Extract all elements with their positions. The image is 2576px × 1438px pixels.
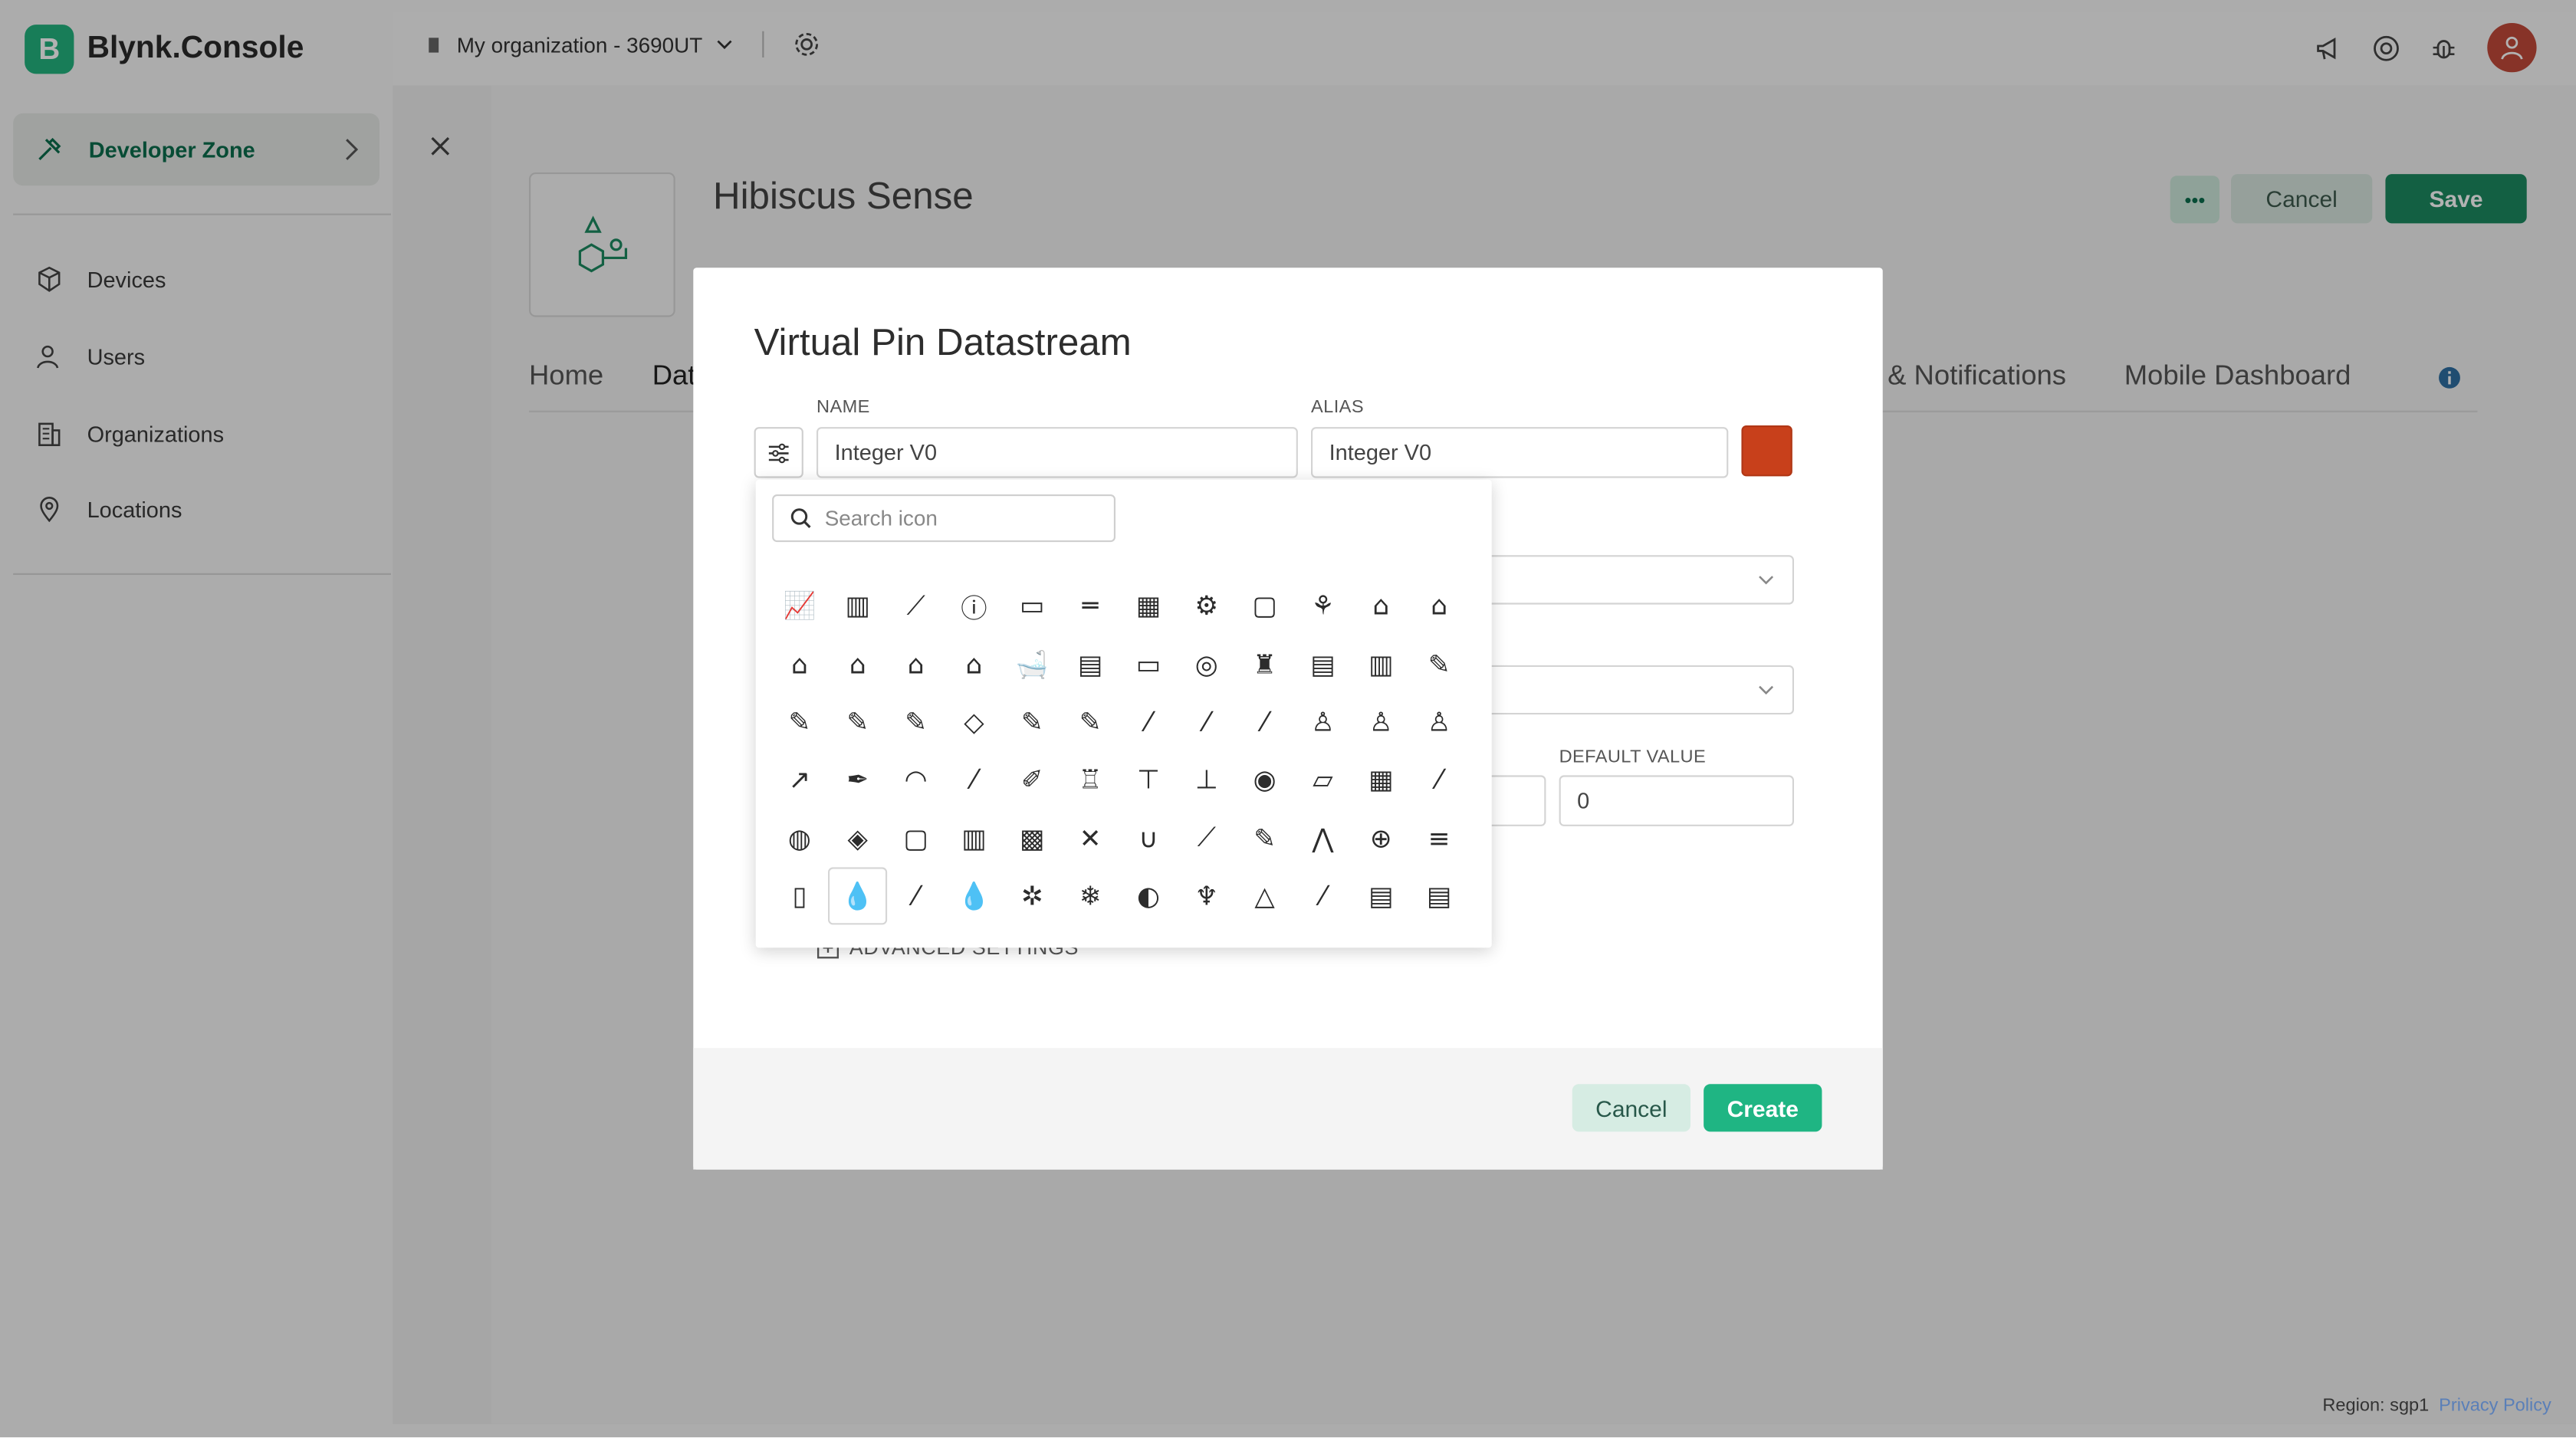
app-root: B Blynk.Console Developer Zone Devices U… [0, 0, 2576, 1437]
icon-option[interactable]: ▱ [1294, 751, 1352, 809]
icon-option[interactable]: ⁄ [887, 867, 945, 925]
icon-option[interactable]: ▥ [945, 809, 1004, 867]
icon-option[interactable]: ✎ [1410, 635, 1468, 693]
icon-option[interactable]: ◈ [829, 809, 887, 867]
icon-option[interactable]: ◎ [1178, 635, 1236, 693]
name-label: NAME [816, 397, 870, 418]
icon-option[interactable]: ▭ [1003, 576, 1061, 635]
chevron-down-icon [1759, 576, 1774, 585]
icon-option[interactable]: ⟋ [887, 576, 945, 635]
icon-option[interactable]: 💧 [945, 867, 1004, 925]
region-label: Region: sgp1 [2322, 1396, 2430, 1417]
icon-option[interactable]: ◍ [770, 809, 829, 867]
icon-option[interactable]: ⊥ [1178, 751, 1236, 809]
icon-option[interactable]: ✕ [1061, 809, 1119, 867]
pin-select[interactable] [1478, 555, 1794, 605]
icon-option[interactable]: ▩ [1003, 809, 1061, 867]
icon-option[interactable]: ✎ [887, 693, 945, 751]
icon-option[interactable]: ♜ [1236, 635, 1294, 693]
icon-option[interactable]: ◠ [887, 751, 945, 809]
icon-option[interactable]: ⚘ [1294, 576, 1352, 635]
icon-option[interactable]: ∪ [1119, 809, 1178, 867]
icon-search-box[interactable] [772, 494, 1116, 543]
alias-label: ALIAS [1311, 397, 1364, 418]
icon-option[interactable]: ⁄ [1294, 867, 1352, 925]
icon-option[interactable]: ✒ [829, 751, 887, 809]
icon-option[interactable]: ▦ [1352, 751, 1410, 809]
icon-option[interactable]: ⊕ [1352, 809, 1410, 867]
color-picker-swatch[interactable] [1741, 425, 1792, 477]
icon-option[interactable]: ▤ [1294, 635, 1352, 693]
data-type-select[interactable] [1478, 665, 1794, 715]
icon-option[interactable]: ⌂ [1352, 576, 1410, 635]
icon-option[interactable]: ↗ [770, 751, 829, 809]
privacy-policy-link[interactable]: Privacy Policy [2439, 1396, 2551, 1416]
icon-option[interactable]: ✎ [770, 693, 829, 751]
icon-option[interactable]: 💧 [828, 867, 887, 926]
chevron-down-icon [1759, 685, 1774, 695]
icon-option[interactable]: ❄ [1061, 867, 1119, 925]
icon-option[interactable]: ♙ [1410, 693, 1468, 751]
icon-option[interactable]: ⚙ [1178, 576, 1236, 635]
icon-option[interactable]: ✎ [1003, 693, 1061, 751]
icon-option[interactable]: △ [1236, 867, 1294, 925]
footer-region: Region: sgp1 Privacy Policy [2322, 1396, 2551, 1416]
create-button[interactable]: Create [1704, 1084, 1822, 1132]
icon-picker: 📈▥⟋ⓘ▭═▦⚙▢⚘⌂⌂⌂⌂⌂⌂🛁▤▭◎♜▤▥✎✎✎✎◇✎✎⁄⁄⁄♙♙♙↗✒◠⁄… [755, 479, 1492, 948]
icon-option[interactable]: ✎ [829, 693, 887, 751]
sliders-icon [768, 442, 789, 463]
icon-option[interactable]: ⌂ [1410, 576, 1468, 635]
icon-option[interactable]: ♆ [1178, 867, 1236, 925]
icon-option[interactable]: 🛁 [1003, 635, 1061, 693]
icon-option[interactable]: ✎ [1236, 809, 1294, 867]
default-value-field[interactable]: 0 [1559, 775, 1794, 826]
alias-field[interactable]: Integer V0 [1311, 427, 1729, 478]
default-value-label: DEFAULT VALUE [1559, 747, 1707, 767]
icon-option[interactable]: ⟋ [1178, 809, 1236, 867]
name-field[interactable]: Integer V0 [816, 427, 1298, 478]
icon-option[interactable]: ⋀ [1294, 809, 1352, 867]
icon-option[interactable]: ▥ [829, 576, 887, 635]
icon-option[interactable]: ⌂ [770, 635, 829, 693]
icon-option[interactable]: ⁄ [1119, 693, 1178, 751]
icon-option[interactable]: ✐ [1003, 751, 1061, 809]
icon-option[interactable]: ♙ [1294, 693, 1352, 751]
icon-option[interactable]: ⓘ [945, 576, 1004, 635]
search-icon [790, 508, 811, 528]
icon-option[interactable]: ▤ [1352, 867, 1410, 925]
icon-option[interactable]: ♖ [1061, 751, 1119, 809]
icon-option[interactable]: ⁄ [1236, 693, 1294, 751]
icon-grid: 📈 ▥ ⟋ ⓘ ▭ ═ ▦ ⚙ ▢ ⚘ ⌂ ⌂ ⌂ ⌂ ⌂ ⌂ 🛁 ▤ ▭ ◎ ♜ ▤ ▥ ✎ ✎ ✎ ✎ ◇ ✎ ✎ ⁄ ⁄ ⁄ ♙ ♙ ♙ ↗ ✒ ◠ ⁄… [770, 576, 1468, 926]
icon-option[interactable]: ≡ [1410, 809, 1468, 867]
icon-option[interactable]: ▦ [1119, 576, 1178, 635]
icon-option[interactable]: ⊤ [1119, 751, 1178, 809]
icon-option[interactable]: ⁄ [945, 751, 1004, 809]
icon-option[interactable]: ▤ [1061, 635, 1119, 693]
icon-option[interactable]: ▢ [887, 809, 945, 867]
icon-option[interactable]: ✲ [1003, 867, 1061, 925]
icon-option[interactable]: ▥ [1352, 635, 1410, 693]
icon-option[interactable]: ⌂ [829, 635, 887, 693]
icon-option[interactable]: ⌂ [887, 635, 945, 693]
icon-option[interactable]: ▭ [1119, 635, 1178, 693]
icon-search-input[interactable] [824, 506, 1088, 531]
icon-option[interactable]: ═ [1061, 576, 1119, 635]
icon-option[interactable]: ▯ [770, 867, 829, 925]
icon-option[interactable]: ✎ [1061, 693, 1119, 751]
icon-option[interactable]: 📈 [770, 576, 829, 635]
icon-option[interactable]: ♙ [1352, 693, 1410, 751]
icon-option[interactable]: ⁄ [1178, 693, 1236, 751]
modal-title: Virtual Pin Datastream [754, 320, 1132, 363]
icon-option[interactable]: ▤ [1410, 867, 1468, 925]
icon-option[interactable]: ◐ [1119, 867, 1178, 925]
icon-option[interactable]: ◉ [1236, 751, 1294, 809]
modal-cancel-button[interactable]: Cancel [1572, 1084, 1691, 1132]
icon-option[interactable]: ▢ [1236, 576, 1294, 635]
icon-option[interactable]: ⁄ [1410, 751, 1468, 809]
icon-option[interactable]: ◇ [945, 693, 1004, 751]
icon-select-button[interactable] [754, 427, 803, 478]
icon-option[interactable]: ⌂ [945, 635, 1004, 693]
